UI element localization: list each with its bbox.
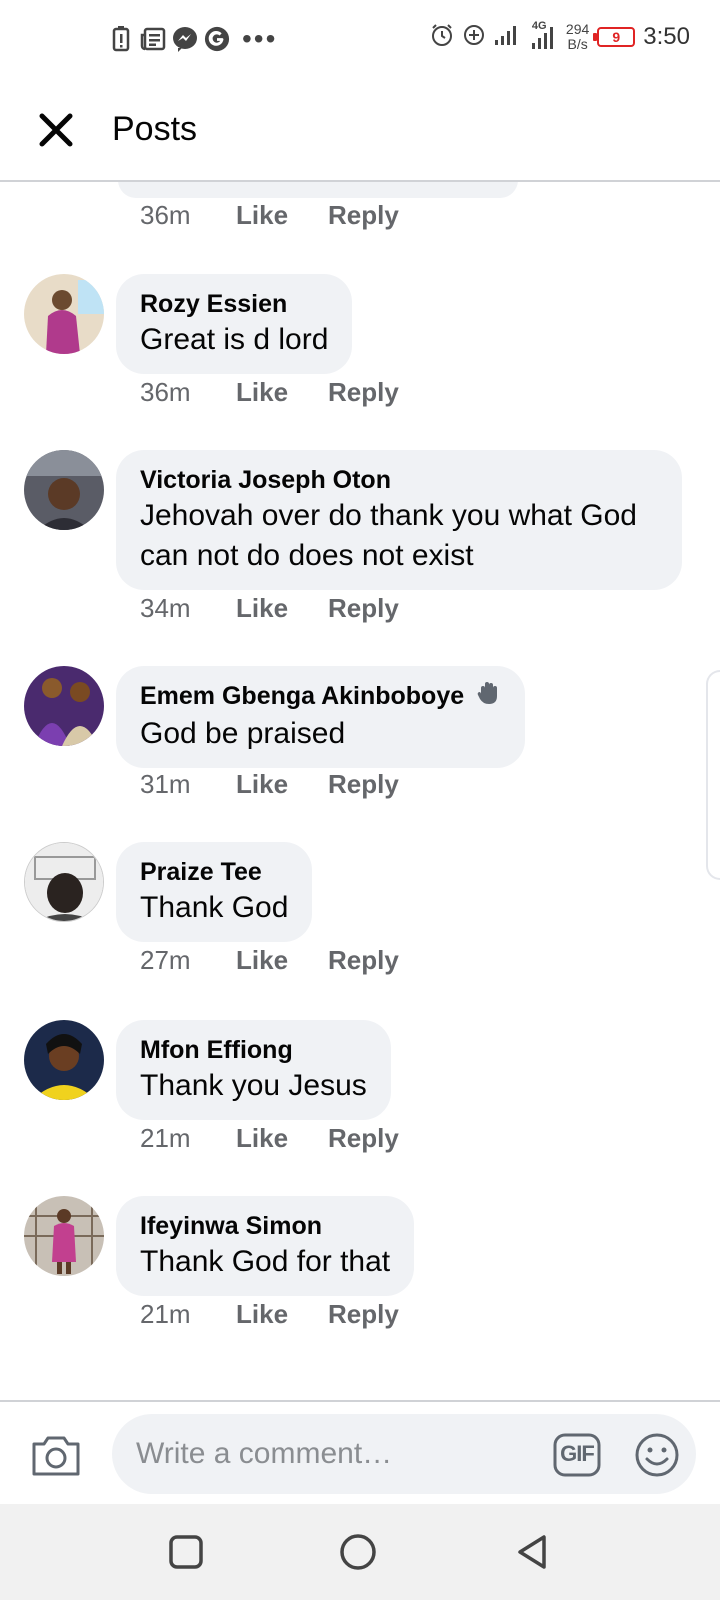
home-button[interactable]	[338, 1532, 378, 1572]
comment-author[interactable]: Rozy Essien	[140, 288, 328, 320]
comment-author[interactable]: Praize Tee	[140, 856, 288, 888]
comment-actions: 21m Like Reply	[140, 1123, 439, 1154]
comment-author[interactable]: Ifeyinwa Simon	[140, 1210, 390, 1242]
comment-bubble[interactable]: Rozy Essien Great is d lord	[116, 274, 353, 374]
comment-author-name: Emem Gbenga Akinboboye	[140, 682, 465, 710]
news-icon	[140, 24, 166, 54]
comment-time: 31m	[140, 769, 191, 799]
avatar[interactable]	[24, 1196, 104, 1276]
comment-composer: GIF	[0, 1400, 720, 1504]
comment-bubble[interactable]: Emem Gbenga Akinboboye God be praised	[116, 666, 526, 769]
reply-button[interactable]: Reply	[328, 200, 399, 231]
alarm-icon	[430, 23, 454, 52]
reply-button[interactable]: Reply	[328, 945, 399, 976]
gif-button[interactable]: GIF	[552, 1432, 602, 1478]
messenger-icon	[172, 24, 198, 54]
comment-text: God be praised	[140, 717, 346, 751]
comment-actions: 36m Like Reply	[140, 377, 439, 408]
comment-author[interactable]: Mfon Effiong	[140, 1034, 367, 1066]
like-button[interactable]: Like	[236, 769, 288, 800]
comment-text: Thank you Jesus	[140, 1069, 367, 1102]
comment-input[interactable]	[112, 1414, 696, 1494]
network-speed-value: 294	[565, 21, 590, 37]
close-button[interactable]	[34, 108, 78, 152]
comment-time: 34m	[140, 593, 191, 623]
comment-actions: 31m Like Reply	[140, 769, 439, 800]
reply-button[interactable]: Reply	[328, 769, 399, 800]
comment-time: 21m	[140, 1299, 191, 1329]
reply-button[interactable]: Reply	[328, 1299, 399, 1330]
like-button[interactable]: Like	[236, 1123, 288, 1154]
comment-bubble[interactable]: Mfon Effiong Thank you Jesus	[116, 1020, 391, 1120]
comment-author[interactable]: Victoria Joseph Oton	[140, 464, 658, 496]
comment-actions: 21m Like Reply	[140, 1299, 439, 1330]
camera-button[interactable]	[30, 1432, 82, 1478]
comment-time: 36m	[140, 200, 191, 230]
avatar[interactable]	[24, 274, 104, 354]
home-circle-icon	[340, 1534, 376, 1570]
clock: 3:50	[643, 23, 690, 50]
camera-icon	[32, 1436, 80, 1476]
comment-text: Thank God	[140, 891, 289, 924]
gif-label: GIF	[560, 1441, 595, 1466]
google-icon	[204, 24, 230, 54]
partial-comment-actions: 36m Like Reply	[140, 200, 439, 231]
emoji-icon	[635, 1433, 679, 1477]
comment-time: 21m	[140, 1123, 191, 1153]
reply-button[interactable]: Reply	[328, 593, 399, 624]
comment-bubble[interactable]: Victoria Joseph Oton Jehovah over do tha…	[116, 450, 682, 590]
comments-list[interactable]: 36m Like Reply Rozy Essien Great is d lo…	[0, 182, 720, 1400]
recents-square-icon	[169, 1535, 203, 1569]
network-speed-unit: B/s	[567, 36, 588, 52]
like-button[interactable]: Like	[236, 1299, 288, 1330]
like-button[interactable]: Like	[236, 377, 288, 408]
network-speed: 294 B/s	[566, 22, 589, 52]
waving-hand-icon	[475, 680, 501, 714]
system-nav-bar	[0, 1504, 720, 1600]
signal-icon	[494, 24, 520, 51]
comment-time: 27m	[140, 945, 191, 975]
avatar[interactable]	[24, 842, 104, 922]
partial-comment-bubble	[118, 182, 518, 198]
comment-author[interactable]: Emem Gbenga Akinboboye	[140, 680, 501, 714]
recents-button[interactable]	[166, 1532, 206, 1572]
comment-text: Jehovah over do thank you what God can n…	[140, 499, 637, 572]
comment-text: Thank God for that	[140, 1245, 391, 1278]
more-dots-icon: •••	[242, 23, 278, 54]
avatar[interactable]	[24, 450, 104, 530]
comment-bubble[interactable]: Ifeyinwa Simon Thank God for that	[116, 1196, 415, 1296]
battery-indicator: 9	[593, 27, 636, 47]
back-button[interactable]	[514, 1532, 554, 1572]
comment-time: 36m	[140, 377, 191, 407]
system-indicators: 4G 294 B/s 9 3:50	[430, 20, 690, 52]
reply-button[interactable]: Reply	[328, 1123, 399, 1154]
notification-icons: •••	[108, 24, 277, 54]
comment-actions: 27m Like Reply	[140, 945, 439, 976]
comment-actions: 34m Like Reply	[140, 593, 439, 624]
side-scroll-handle[interactable]	[706, 670, 720, 880]
status-bar: ••• 4G 294 B/s 9 3:50	[0, 0, 720, 80]
avatar[interactable]	[24, 666, 104, 746]
back-triangle-icon	[518, 1535, 546, 1569]
comment-text: Great is d lord	[140, 323, 329, 356]
reply-button[interactable]: Reply	[328, 377, 399, 408]
signal-4g-icon: 4G	[528, 20, 558, 50]
header: Posts	[0, 80, 720, 182]
like-button[interactable]: Like	[236, 945, 288, 976]
like-button[interactable]: Like	[236, 593, 288, 624]
like-button[interactable]: Like	[236, 200, 288, 231]
emoji-button[interactable]	[634, 1432, 680, 1478]
data-saver-icon	[462, 23, 486, 52]
avatar[interactable]	[24, 1020, 104, 1100]
battery-saver-icon	[108, 24, 134, 54]
close-icon	[39, 113, 73, 147]
page-title: Posts	[112, 110, 198, 148]
comment-bubble[interactable]: Praize Tee Thank God	[116, 842, 313, 942]
